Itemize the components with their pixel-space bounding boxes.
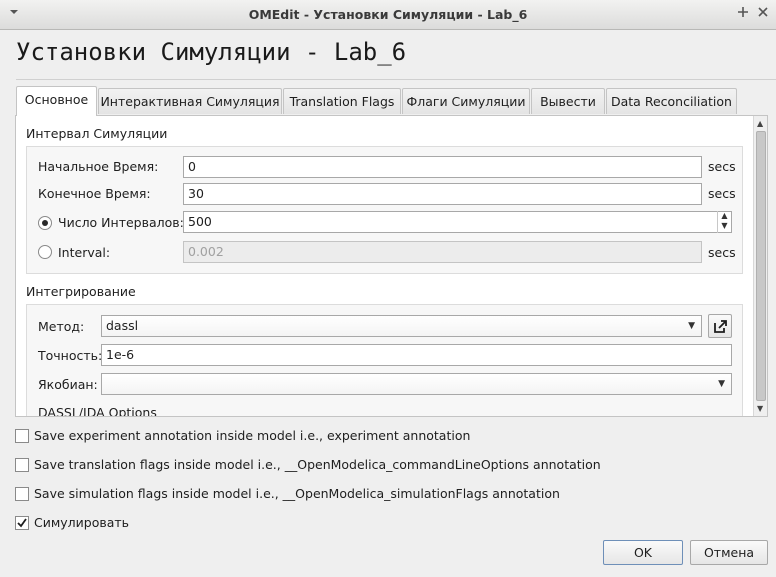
dassl-options-clip: DASSL/IDA Options <box>38 405 738 416</box>
tab-translation-flags[interactable]: Translation Flags <box>283 88 401 114</box>
stop-time-unit: secs <box>708 186 736 201</box>
tab-pane-scrollbar[interactable]: ▲ ▼ <box>753 116 767 416</box>
save-experiment-annotation-label: Save experiment annotation inside model … <box>34 428 471 443</box>
close-icon[interactable] <box>757 6 769 22</box>
spin-up-icon[interactable]: ▲ <box>718 211 731 221</box>
jacobian-select[interactable]: ▼ <box>101 373 732 395</box>
simulate-checkbox[interactable] <box>15 516 29 530</box>
method-info-button[interactable] <box>708 314 732 338</box>
start-time-label: Начальное Время: <box>38 159 159 174</box>
num-intervals-label: Число Интервалов: <box>58 215 184 230</box>
chevron-down-icon: ▼ <box>688 321 695 331</box>
method-value: dassl <box>106 318 139 333</box>
save-simulation-flags-label: Save simulation flags inside model i.e.,… <box>34 486 560 501</box>
interval-input: 0.002 <box>183 241 702 263</box>
start-time-unit: secs <box>708 159 736 174</box>
interval-group-title: Интервал Симуляции <box>26 126 168 141</box>
tab-interactive-simulation[interactable]: Интерактивная Симуляция <box>98 88 282 114</box>
window-title: OMEdit - Установки Симуляции - Lab_6 <box>248 7 528 22</box>
heading-divider <box>16 79 776 80</box>
cancel-button[interactable]: Отмена <box>690 540 768 565</box>
jacobian-label: Якобиан: <box>38 377 98 392</box>
method-label: Метод: <box>38 319 85 334</box>
window-titlebar[interactable]: OMEdit - Установки Симуляции - Lab_6 <box>0 0 776 30</box>
interval-radio[interactable] <box>38 245 52 259</box>
scroll-up-icon[interactable]: ▲ <box>757 119 763 128</box>
stop-time-input[interactable]: 30 <box>183 183 702 205</box>
chevron-down-icon: ▼ <box>718 379 725 389</box>
interval-unit: secs <box>708 245 736 260</box>
pin-icon[interactable] <box>737 6 749 22</box>
spin-down-icon[interactable]: ▼ <box>718 221 731 231</box>
tab-simulation-flags[interactable]: Флаги Симуляции <box>402 88 530 114</box>
save-experiment-annotation-checkbox[interactable] <box>15 429 29 443</box>
integration-group-title: Интегрирование <box>26 284 136 299</box>
tab-general[interactable]: Основное <box>16 86 97 116</box>
start-time-input[interactable]: 0 <box>183 156 702 178</box>
scroll-down-icon[interactable]: ▼ <box>757 404 763 413</box>
page-title: Установки Симуляции - Lab_6 <box>16 38 407 66</box>
scrollbar-thumb[interactable] <box>756 131 766 401</box>
num-intervals-radio[interactable] <box>38 216 52 230</box>
ok-button[interactable]: OK <box>603 540 683 565</box>
checkmark-icon <box>17 518 27 528</box>
method-select[interactable]: dassl ▼ <box>101 315 702 337</box>
tab-data-reconciliation[interactable]: Data Reconciliation <box>606 88 737 114</box>
dassl-options-title: DASSL/IDA Options <box>38 405 157 416</box>
num-intervals-spinbox[interactable]: 500 <box>183 211 732 233</box>
simulate-label: Симулировать <box>34 515 130 530</box>
save-translation-flags-label: Save translation flags inside model i.e.… <box>34 457 601 472</box>
tolerance-label: Точность: <box>38 348 103 363</box>
external-link-icon <box>713 319 728 337</box>
spinbox-arrows[interactable]: ▲ ▼ <box>717 211 731 233</box>
interval-label: Interval: <box>58 245 111 260</box>
tolerance-input[interactable]: 1e-6 <box>101 344 732 366</box>
save-translation-flags-checkbox[interactable] <box>15 458 29 472</box>
save-simulation-flags-checkbox[interactable] <box>15 487 29 501</box>
stop-time-label: Конечное Время: <box>38 186 151 201</box>
tab-output[interactable]: Вывести <box>531 88 605 114</box>
